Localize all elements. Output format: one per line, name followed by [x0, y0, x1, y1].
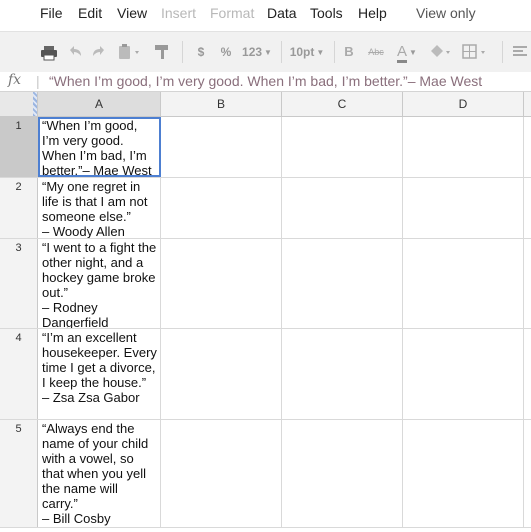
percent-format-button[interactable]: % — [219, 41, 233, 63]
table-row: 5 “Always end the name of your child wit… — [0, 420, 531, 528]
formula-bar: fx | “When I’m good, I’m very good. When… — [0, 72, 531, 92]
cell-c4[interactable] — [282, 329, 403, 419]
undo-icon[interactable] — [66, 41, 84, 63]
cell-b5[interactable] — [161, 420, 282, 527]
toolbar-divider — [281, 41, 282, 63]
formula-input[interactable]: “When I’m good, I’m very good. When I’m … — [49, 73, 482, 89]
redo-icon[interactable] — [90, 41, 108, 63]
borders-icon[interactable] — [460, 41, 490, 63]
freeze-handle[interactable] — [33, 92, 37, 116]
row-header-1[interactable]: 1 — [0, 117, 38, 177]
cell-d3[interactable] — [403, 239, 524, 328]
cell-c5[interactable] — [282, 420, 403, 527]
menu-view[interactable]: View — [117, 5, 147, 21]
cell-a1[interactable]: “When I’m good, I’m very good. When I’m … — [38, 117, 161, 177]
bold-button[interactable]: B — [342, 41, 356, 63]
print-icon[interactable] — [40, 41, 60, 63]
menu-edit[interactable]: Edit — [78, 5, 102, 21]
row-header-2[interactable]: 2 — [0, 178, 38, 238]
column-header-d[interactable]: D — [403, 92, 524, 116]
align-icon[interactable] — [510, 41, 528, 63]
cell-b4[interactable] — [161, 329, 282, 419]
chevron-down-icon: ▼ — [316, 48, 325, 57]
row-header-4[interactable]: 4 — [0, 329, 38, 419]
formula-divider: | — [36, 73, 40, 89]
font-size-dropdown[interactable]: 10pt ▼ — [288, 41, 326, 63]
menu-help[interactable]: Help — [358, 5, 387, 21]
menu-format[interactable]: Format — [210, 5, 254, 21]
table-row: 3 “I went to a fight the other night, an… — [0, 239, 531, 329]
table-row: 4 “I’m an excellent housekeeper. Every t… — [0, 329, 531, 420]
table-row: 1 “When I’m good, I’m very good. When I’… — [0, 117, 531, 178]
column-header-row: A B C D — [0, 92, 531, 117]
view-only-label: View only — [416, 5, 476, 21]
toolbar-divider — [334, 41, 335, 63]
menu-file[interactable]: File — [40, 5, 63, 21]
cell-d4[interactable] — [403, 329, 524, 419]
column-header-b[interactable]: B — [161, 92, 282, 116]
chevron-down-icon: ▼ — [264, 48, 272, 57]
text-color-button[interactable]: A ▼ — [394, 41, 420, 63]
cell-d1[interactable] — [403, 117, 524, 177]
toolbar-divider — [502, 41, 503, 63]
cell-d5[interactable] — [403, 420, 524, 527]
paint-format-icon[interactable] — [152, 41, 172, 63]
font-size-label: 10pt — [289, 45, 315, 59]
menu-tools[interactable]: Tools — [310, 5, 343, 21]
cell-c1[interactable] — [282, 117, 403, 177]
cell-c2[interactable] — [282, 178, 403, 238]
spreadsheet-grid: A B C D 1 “When I’m good, I’m very good.… — [0, 92, 531, 532]
number-format-dropdown[interactable]: 123 ▼ — [240, 41, 274, 63]
fx-icon: fx — [8, 72, 22, 88]
toolbar-divider — [182, 41, 183, 63]
cell-b3[interactable] — [161, 239, 282, 328]
cell-b1[interactable] — [161, 117, 282, 177]
cell-b2[interactable] — [161, 178, 282, 238]
chevron-down-icon: ▼ — [409, 48, 417, 57]
text-color-label: A — [397, 44, 408, 63]
number-format-label: 123 — [242, 45, 263, 59]
fill-color-icon[interactable] — [428, 41, 454, 63]
cell-a5[interactable]: “Always end the name of your child with … — [38, 420, 161, 527]
cell-a2[interactable]: “My one regret in life is that I am not … — [38, 178, 161, 238]
column-header-c[interactable]: C — [282, 92, 403, 116]
select-all-corner[interactable] — [0, 92, 38, 116]
cell-a4[interactable]: “I’m an excellent housekeeper. Every tim… — [38, 329, 161, 419]
cell-c3[interactable] — [282, 239, 403, 328]
menu-insert[interactable]: Insert — [161, 5, 196, 21]
column-header-a[interactable]: A — [38, 92, 161, 116]
menu-data[interactable]: Data — [267, 5, 297, 21]
row-header-5[interactable]: 5 — [0, 420, 38, 527]
table-row: 2 “My one regret in life is that I am no… — [0, 178, 531, 239]
toolbar: $ % 123 ▼ 10pt ▼ B Abc A ▼ — [0, 31, 531, 73]
currency-format-button[interactable]: $ — [194, 41, 208, 63]
paste-icon[interactable] — [116, 41, 144, 63]
cell-a3[interactable]: “I went to a fight the other night, and … — [38, 239, 161, 328]
cell-d2[interactable] — [403, 178, 524, 238]
row-header-3[interactable]: 3 — [0, 239, 38, 328]
menu-bar: File Edit View Insert Format Data Tools … — [0, 0, 531, 30]
strikethrough-button[interactable]: Abc — [365, 41, 387, 63]
